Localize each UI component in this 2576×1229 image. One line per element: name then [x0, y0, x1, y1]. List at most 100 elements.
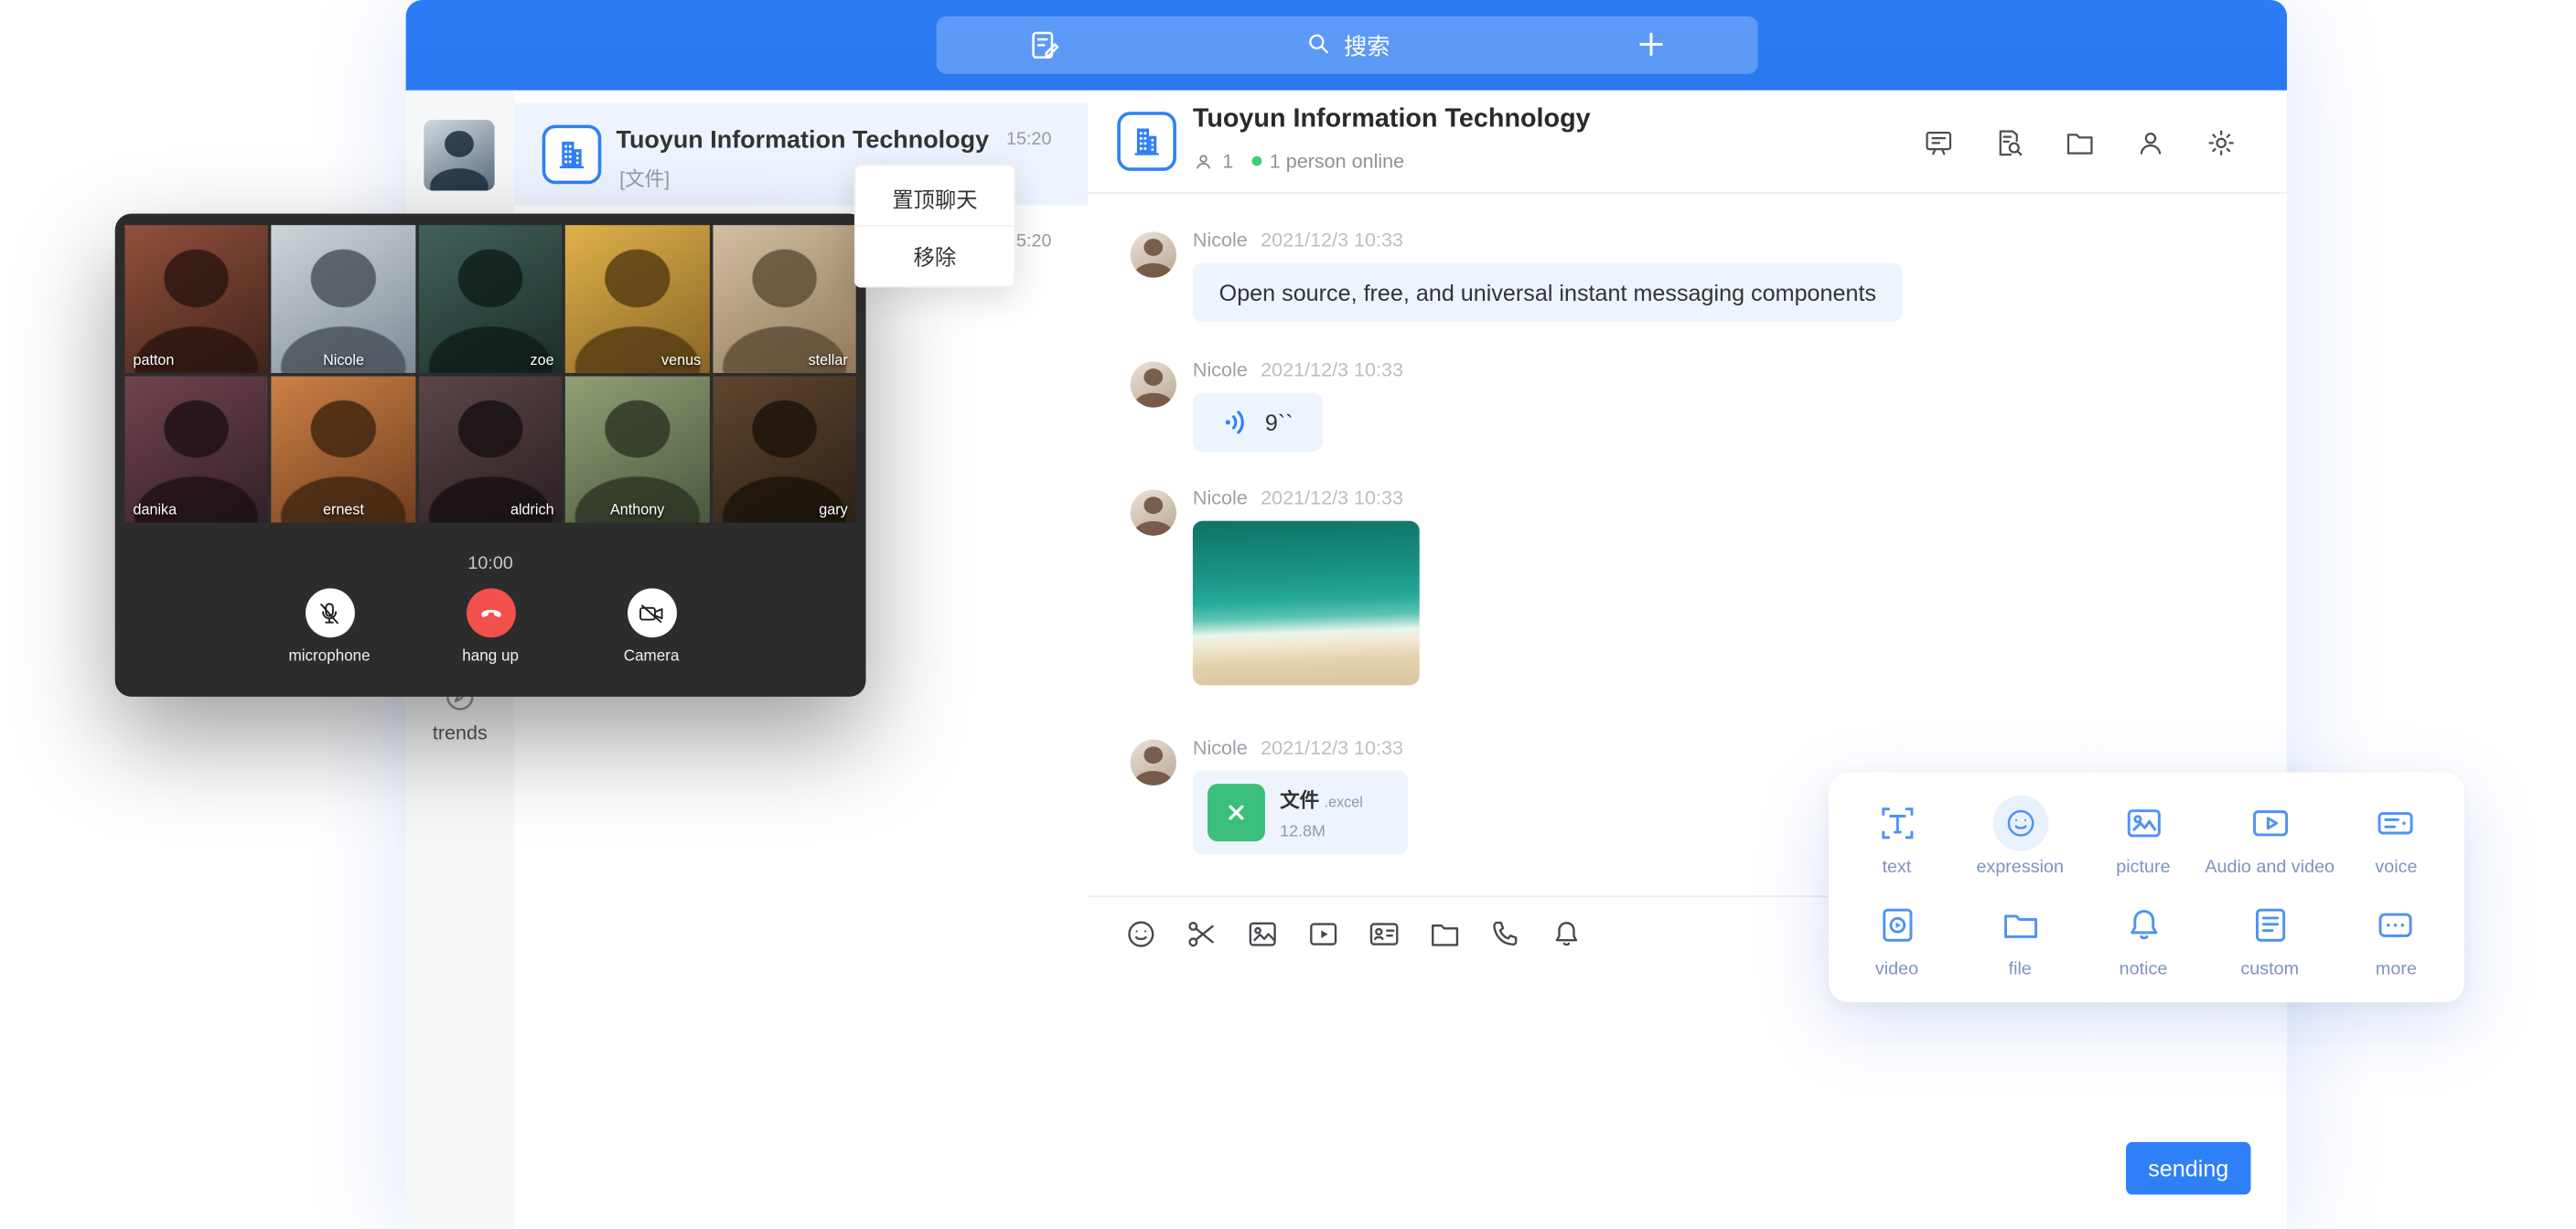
participant-name: patton	[133, 351, 174, 368]
notification-button[interactable]	[1550, 917, 1584, 952]
building-icon	[1129, 123, 1165, 160]
call-controls: microphone hang up Camer	[115, 588, 866, 665]
call-button[interactable]	[1488, 917, 1523, 952]
feature-notice[interactable]: notice	[2082, 887, 2206, 989]
search-placeholder: 搜索	[1344, 28, 1390, 61]
plus-icon	[1635, 28, 1668, 69]
settings-button[interactable]	[2205, 126, 2238, 159]
feature-picture[interactable]: picture	[2082, 785, 2206, 887]
participant-name: gary	[819, 501, 847, 518]
top-bar: 搜索	[406, 0, 2287, 91]
video-call-window: patton Nicole zoe venus stellar danika e…	[115, 214, 866, 697]
note-button[interactable]	[1027, 28, 1062, 71]
file-attachment[interactable]: 文件.excel 12.8M	[1193, 771, 1408, 855]
voice-play-icon	[1222, 408, 1251, 437]
scissors-icon	[1185, 917, 1219, 952]
participant-tile: Nicole	[272, 225, 415, 372]
call-timer: 10:00	[115, 554, 866, 574]
text-bubble: Open source, free, and universal instant…	[1193, 263, 1903, 323]
camera-off-icon	[638, 599, 666, 627]
message-meta: Nicole 2021/12/3 10:33	[1193, 486, 2254, 509]
text-icon	[1875, 802, 1918, 845]
image-button[interactable]	[1245, 917, 1280, 952]
hang-up-button[interactable]: hang up	[438, 588, 543, 665]
menu-item-pin-chat[interactable]: 置顶聊天	[856, 169, 1014, 227]
participant-grid: patton Nicole zoe venus stellar danika e…	[124, 225, 855, 522]
participant-tile: venus	[565, 225, 709, 372]
group-avatar	[1117, 112, 1176, 171]
group-avatar	[542, 125, 602, 185]
member-count: 1	[1222, 150, 1233, 173]
message-time: 2021/12/3 10:33	[1261, 486, 1403, 509]
file-name: 文件	[1280, 788, 1319, 811]
online-dot	[1251, 156, 1261, 166]
excel-file-icon	[1208, 784, 1265, 841]
feature-video[interactable]: video	[1835, 887, 1959, 989]
members-button[interactable]	[2134, 126, 2167, 159]
note-icon	[1027, 28, 1062, 71]
hang-up-icon	[476, 598, 505, 627]
screenshot-button[interactable]	[1185, 917, 1219, 952]
voice-bubble[interactable]: 9``	[1193, 392, 1323, 452]
video-icon	[1306, 917, 1341, 952]
mic-off-icon	[316, 599, 344, 627]
message-time: 2021/12/3 10:33	[1261, 229, 1403, 251]
conversation-context-menu: 置顶聊天 移除	[854, 165, 1015, 288]
feature-custom[interactable]: custom	[2205, 887, 2334, 989]
member-icon	[2134, 126, 2167, 159]
feature-expression[interactable]: expression	[1959, 785, 2082, 887]
feature-more[interactable]: more	[2334, 887, 2458, 989]
message-time: 2021/12/3 10:33	[1261, 358, 1403, 381]
message-meta: Nicole 2021/12/3 10:33	[1193, 358, 2254, 381]
participant-name: Anthony	[610, 501, 664, 518]
camera-button[interactable]: Camera	[599, 588, 704, 665]
feature-text[interactable]: text	[1835, 785, 1959, 887]
participant-name: aldrich	[510, 501, 554, 518]
file-button[interactable]	[1428, 917, 1463, 952]
emoji-button[interactable]	[1123, 917, 1158, 952]
building-icon	[553, 136, 590, 173]
conversation-time: 15:20	[1006, 130, 1051, 150]
expression-icon	[1992, 796, 2048, 851]
video-button[interactable]	[1306, 917, 1341, 952]
conversation-last-message: [文件]	[619, 165, 670, 193]
name-card-button[interactable]	[1367, 917, 1401, 952]
feature-panel: text expression picture	[1829, 773, 2464, 1003]
message-text: Nicole 2021/12/3 10:33 Open source, free…	[1131, 229, 2254, 322]
more-icon	[2375, 903, 2418, 946]
group-files-button[interactable]	[2064, 126, 2097, 159]
chat-subtitle: 1 1 person online	[1193, 150, 1404, 173]
hang-up-label: hang up	[462, 647, 519, 666]
search-input[interactable]: 搜索	[1304, 28, 1390, 61]
chat-history-button[interactable]	[1993, 126, 2026, 159]
send-button[interactable]: sending	[2126, 1142, 2250, 1195]
add-button[interactable]	[1635, 28, 1668, 69]
image-attachment[interactable]	[1193, 521, 1420, 686]
avatar	[1131, 490, 1176, 536]
microphone-button[interactable]: microphone	[277, 588, 382, 665]
gear-icon	[2205, 126, 2238, 159]
message-image: Nicole 2021/12/3 10:33	[1131, 486, 2254, 685]
sender-name: Nicole	[1193, 358, 1248, 381]
participant-name: venus	[661, 351, 701, 368]
custom-doc-icon	[2249, 903, 2292, 946]
current-user-avatar[interactable]	[424, 120, 494, 190]
notice-bell-icon	[2122, 903, 2165, 946]
bell-icon	[1550, 917, 1584, 952]
menu-item-remove[interactable]: 移除	[856, 227, 1014, 283]
participant-tile: gary	[713, 376, 856, 523]
file-ext: .excel	[1325, 793, 1363, 809]
microphone-label: microphone	[289, 647, 370, 666]
feature-audio-video[interactable]: Audio and video	[2205, 785, 2334, 887]
sender-name: Nicole	[1193, 486, 1248, 509]
announcement-button[interactable]	[1922, 126, 1955, 159]
members-count-icon	[1193, 150, 1214, 171]
chat-area: Tuoyun Information Technology 1 1 person…	[1088, 91, 2287, 1229]
chat-title: Tuoyun Information Technology	[1193, 105, 1591, 134]
message-time: 2021/12/3 10:33	[1261, 736, 1403, 759]
folder-icon	[2064, 126, 2097, 159]
feature-file[interactable]: file	[1959, 887, 2082, 989]
conversation-title: Tuoyun Information Technology	[617, 126, 990, 155]
avatar	[1131, 361, 1176, 407]
feature-voice[interactable]: voice	[2334, 785, 2458, 887]
